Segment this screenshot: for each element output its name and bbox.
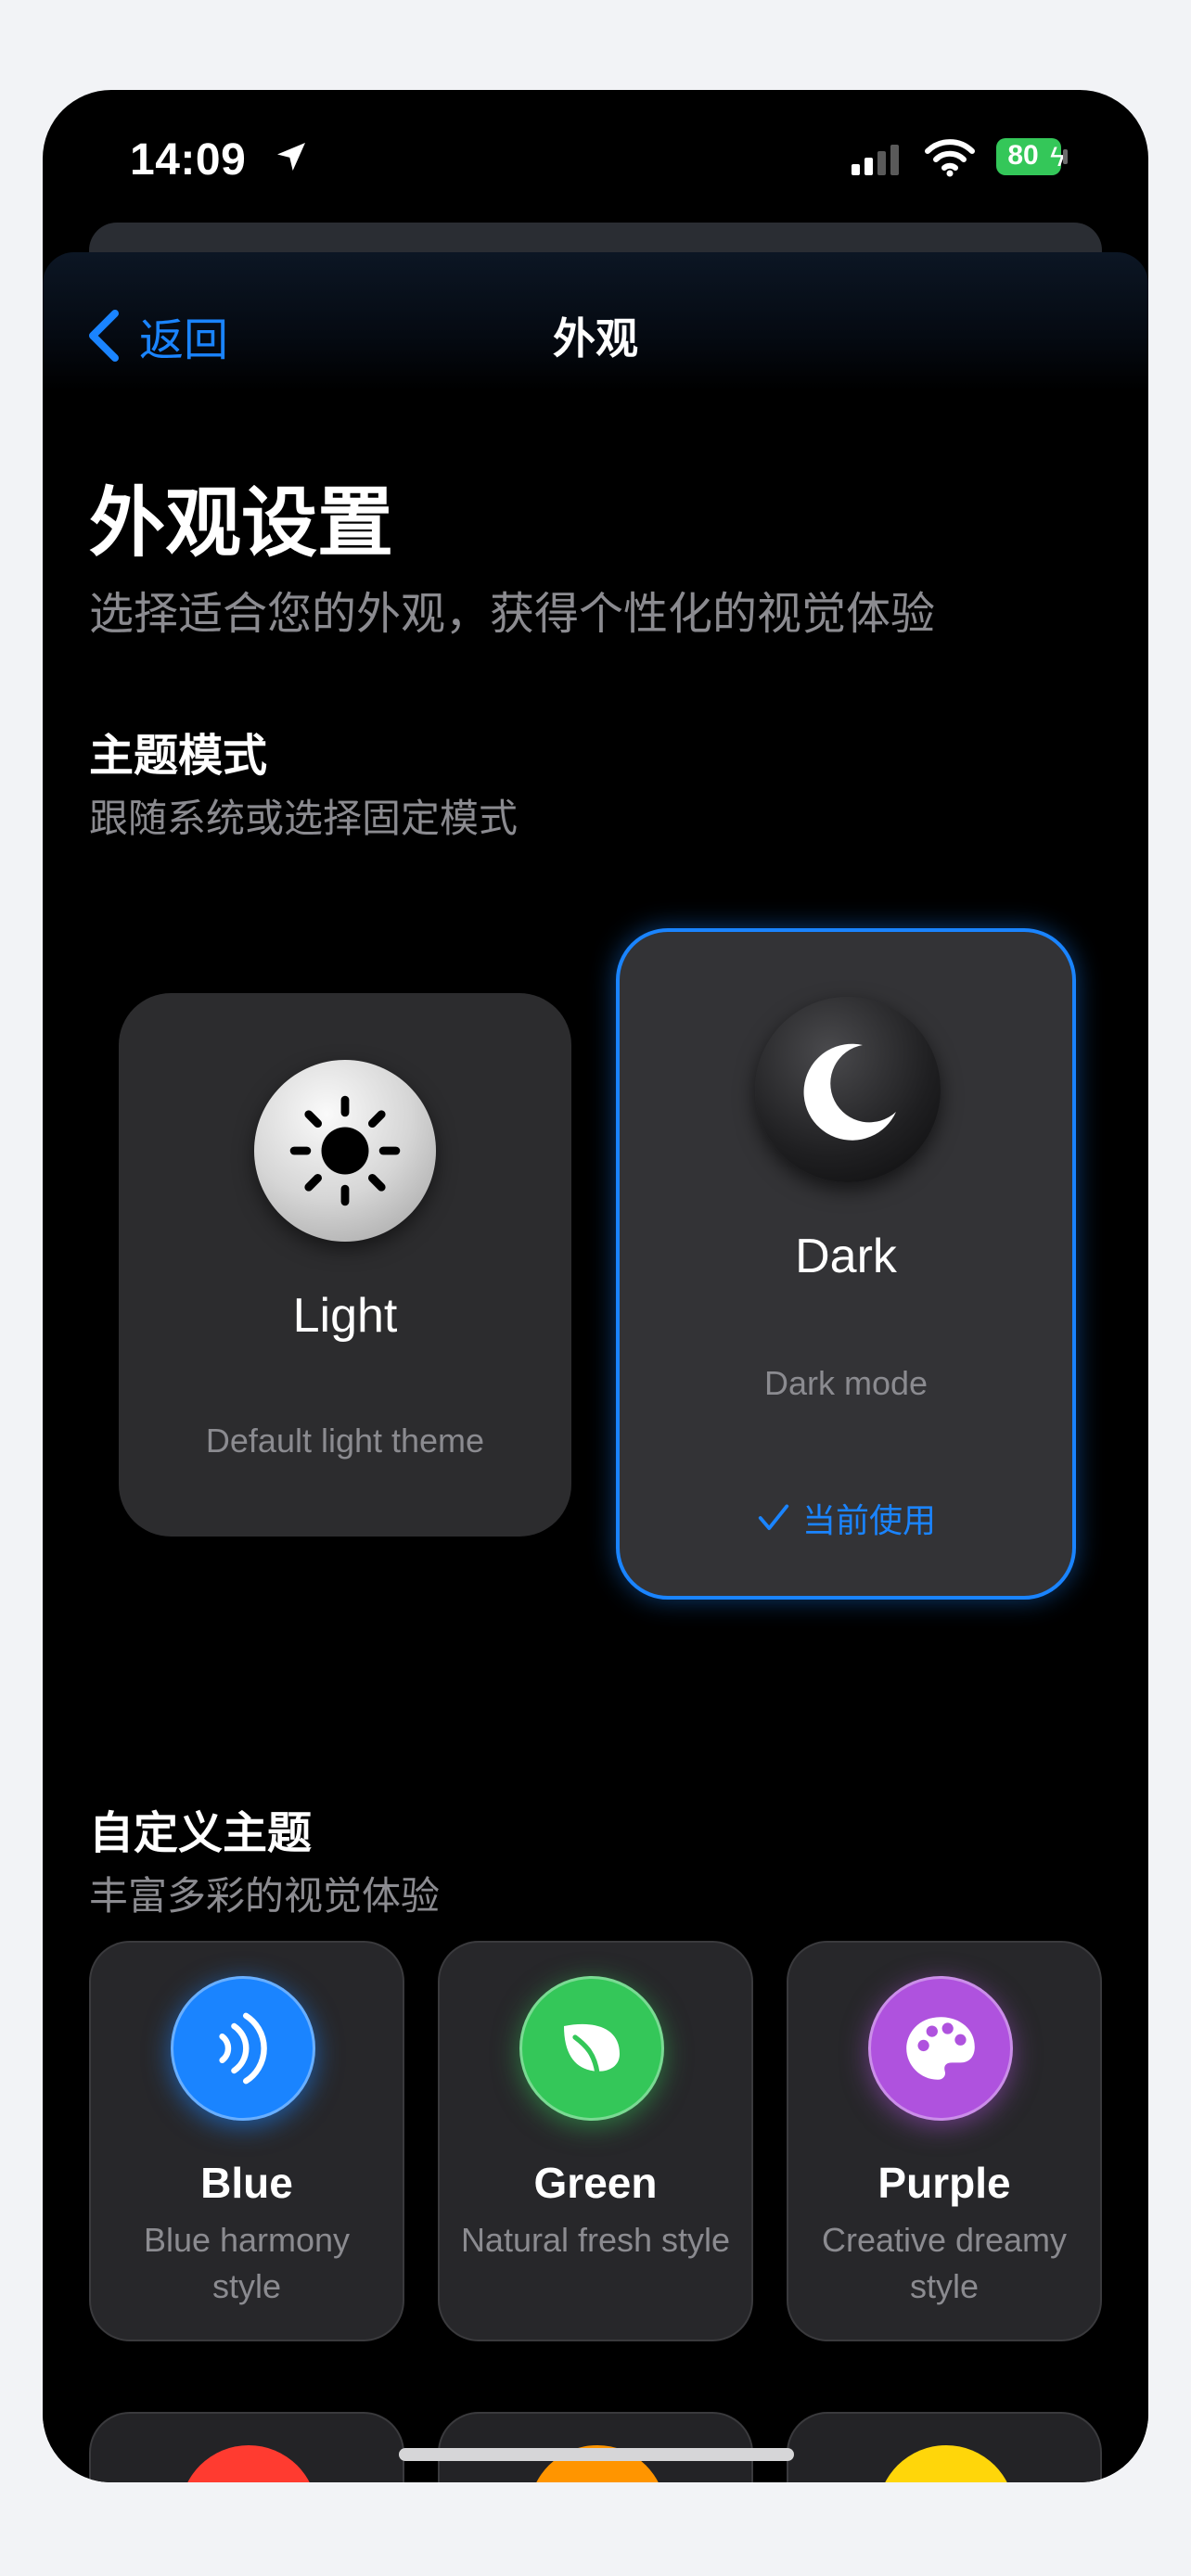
battery-level: 80 <box>1007 140 1039 171</box>
theme-mode-title: 主题模式 <box>89 732 268 781</box>
waves-icon <box>171 1976 315 2121</box>
theme-desc-purple: Creative dreamy style <box>821 2221 1068 2305</box>
custom-theme-subtitle: 丰富多彩的视觉体验 <box>89 1874 441 1918</box>
checkmark-icon <box>758 1504 789 1530</box>
leaf-icon <box>519 1976 664 2121</box>
current-in-use-label: 当前使用 <box>801 1501 936 1539</box>
theme-desc-green: Natural fresh style <box>460 2221 731 2259</box>
light-mode-card[interactable]: Light Default light theme <box>119 993 571 1537</box>
page-title: 外观设置 <box>89 481 394 566</box>
phone-screen: 14:09 80 ϟ 返回 外观 外观设置 选择适合您的外观，获得个性化的视觉体… <box>43 90 1148 2482</box>
dark-mode-name: Dark <box>795 1230 897 1283</box>
theme-card-red[interactable] <box>89 2412 404 2482</box>
battery-indicator: 80 ϟ <box>996 138 1068 175</box>
location-arrow-icon <box>277 143 305 171</box>
moon-icon <box>755 997 941 1182</box>
sun-icon <box>254 1060 436 1242</box>
wifi-icon <box>925 139 975 177</box>
red-theme-icon <box>180 2445 317 2482</box>
theme-mode-subtitle: 跟随系统或选择固定模式 <box>89 797 519 840</box>
cellular-signal-icon <box>852 145 899 175</box>
dark-mode-desc: Dark mode <box>763 1364 928 1402</box>
light-mode-desc: Default light theme <box>205 1422 485 1460</box>
theme-desc-blue: Blue harmony style <box>143 2221 351 2305</box>
theme-card-yellow[interactable] <box>787 2412 1102 2482</box>
custom-theme-title: 自定义主题 <box>89 1809 313 1858</box>
theme-name-purple: Purple <box>877 2159 1011 2207</box>
theme-card-blue[interactable]: Blue Blue harmony style <box>89 1941 404 2341</box>
theme-card-orange[interactable] <box>438 2412 753 2482</box>
theme-card-purple[interactable]: Purple Creative dreamy style <box>787 1941 1102 2341</box>
theme-name-green: Green <box>533 2159 658 2207</box>
current-in-use-badge: 当前使用 <box>620 1494 1072 1542</box>
status-bar: 14:09 80 ϟ <box>43 90 1148 220</box>
yellow-theme-icon <box>877 2445 1015 2482</box>
nav-title: 外观 <box>553 314 638 363</box>
dark-mode-card[interactable]: Dark Dark mode 当前使用 <box>616 928 1076 1600</box>
home-indicator[interactable] <box>399 2448 794 2461</box>
page-subtitle: 选择适合您的外观，获得个性化的视觉体验 <box>89 590 936 639</box>
theme-card-green[interactable]: Green Natural fresh style <box>438 1941 753 2341</box>
theme-name-blue: Blue <box>200 2159 293 2207</box>
status-time: 14:09 <box>130 135 247 185</box>
palette-icon <box>868 1976 1013 2121</box>
light-mode-name: Light <box>292 1289 398 1343</box>
